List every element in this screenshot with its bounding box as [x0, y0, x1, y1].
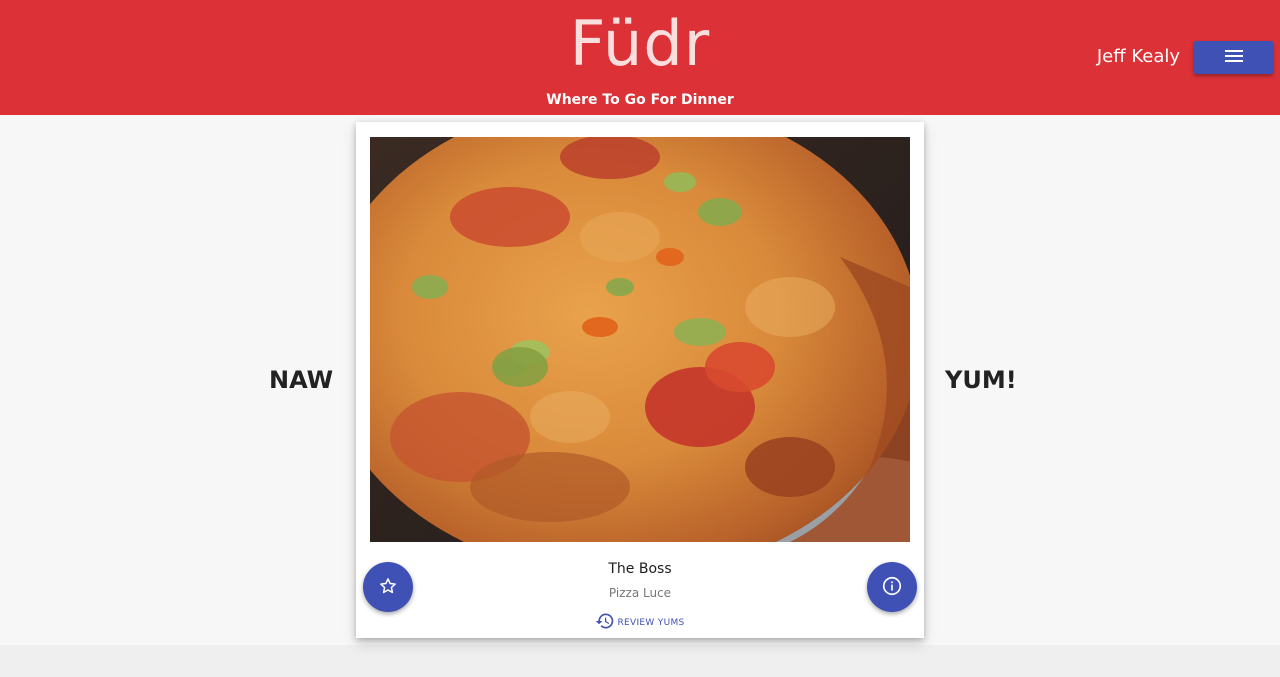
app-tagline: Where To Go For Dinner	[546, 92, 734, 108]
footer-strip	[0, 645, 1280, 677]
menu-button[interactable]	[1194, 41, 1273, 74]
dish-name: The Boss	[608, 561, 672, 577]
history-icon	[595, 611, 615, 635]
star-outline-icon	[378, 576, 398, 599]
user-name[interactable]: Jeff Kealy	[1097, 44, 1180, 70]
info-button[interactable]	[867, 562, 917, 612]
review-yums-link[interactable]: REVIEW YUMS	[356, 611, 924, 635]
yum-label[interactable]: YUM!	[945, 364, 1017, 396]
food-card[interactable]: The Boss Pizza Luce REVIEW YUMS	[356, 122, 924, 638]
app-header: Füdr Where To Go For Dinner Jeff Kealy	[0, 0, 1280, 115]
pizza-photo	[370, 137, 910, 542]
hamburger-menu-icon	[1224, 50, 1243, 65]
naw-label[interactable]: NAW	[269, 364, 333, 396]
info-icon	[881, 575, 903, 600]
review-yums-label: REVIEW YUMS	[617, 618, 685, 628]
favorite-button[interactable]	[363, 562, 413, 612]
app-title: Füdr	[569, 7, 711, 80]
restaurant-name: Pizza Luce	[608, 586, 672, 600]
